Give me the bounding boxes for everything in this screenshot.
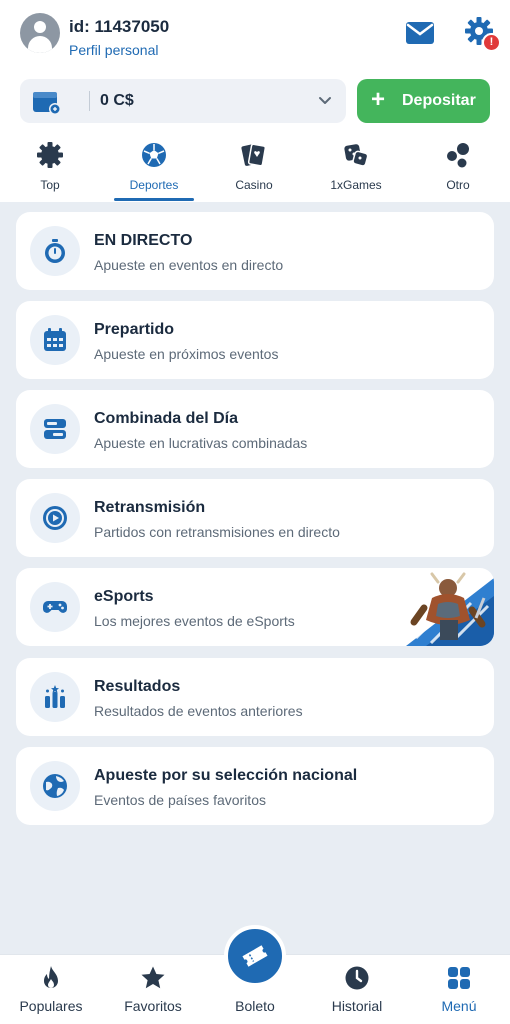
nav-label: Favoritos bbox=[124, 998, 182, 1014]
calendar-icon bbox=[44, 328, 66, 351]
card-subtitle: Partidos con retransmisiones en directo bbox=[94, 524, 340, 540]
balance-value: 0 C$ bbox=[100, 92, 134, 109]
deposit-label: Depositar bbox=[402, 92, 476, 109]
card-icon-bg bbox=[30, 582, 80, 632]
card-subtitle: Resultados de eventos anteriores bbox=[94, 703, 303, 719]
nav-menu[interactable]: Menú bbox=[408, 955, 510, 1024]
tab-1xgames[interactable]: 1xGames bbox=[306, 137, 406, 202]
cards-icon bbox=[241, 143, 267, 167]
card-title: Retransmisión bbox=[94, 499, 206, 516]
user-id: id: 11437050 bbox=[69, 17, 170, 36]
clock-icon bbox=[345, 966, 369, 990]
tab-otro[interactable]: Otro bbox=[408, 137, 508, 202]
card-en-directo[interactable]: EN DIRECTO Apueste en eventos en directo bbox=[16, 212, 494, 290]
tab-label: Otro bbox=[446, 178, 470, 192]
nav-populares[interactable]: Populares bbox=[0, 955, 102, 1024]
play-circle-icon bbox=[43, 506, 67, 530]
deposit-button[interactable]: + Depositar bbox=[357, 79, 490, 123]
globe-icon bbox=[43, 774, 67, 798]
grid-icon bbox=[448, 967, 470, 989]
card-icon-bg bbox=[30, 404, 80, 454]
card-title: Resultados bbox=[94, 678, 181, 695]
card-retransmision[interactable]: Retransmisión Partidos con retransmision… bbox=[16, 479, 494, 557]
stopwatch-icon bbox=[45, 239, 65, 263]
card-icon-bg bbox=[30, 672, 80, 722]
gamepad-icon bbox=[43, 601, 67, 613]
card-subtitle: Apueste en eventos en directo bbox=[94, 257, 284, 273]
bubbles-icon bbox=[447, 143, 469, 168]
dice-icon bbox=[344, 144, 369, 167]
tab-top[interactable]: Top bbox=[0, 137, 100, 202]
card-icon-bg bbox=[30, 493, 80, 543]
tab-label: Casino bbox=[235, 178, 273, 192]
esports-hero-illustration bbox=[406, 572, 494, 646]
card-title: eSports bbox=[94, 588, 154, 605]
card-subtitle: Eventos de países favoritos bbox=[94, 792, 266, 808]
card-combinada-del-dia[interactable]: Combinada del Día Apueste en lucrativas … bbox=[16, 390, 494, 468]
card-subtitle: Los mejores eventos de eSports bbox=[94, 613, 295, 629]
soccer-ball-icon bbox=[142, 143, 166, 167]
sports-menu-list: EN DIRECTO Apueste en eventos en directo… bbox=[0, 202, 510, 954]
card-title: Combinada del Día bbox=[94, 410, 239, 427]
nav-label: Menú bbox=[441, 998, 477, 1014]
app-header: id: 11437050 Perfil personal ! 0 C$ + De… bbox=[0, 0, 510, 202]
plus-icon: + bbox=[371, 86, 386, 113]
balance-selector[interactable]: 0 C$ bbox=[20, 79, 346, 123]
nav-historial[interactable]: Historial bbox=[306, 955, 408, 1024]
mail-icon[interactable] bbox=[405, 20, 435, 46]
tab-label: Top bbox=[40, 178, 60, 192]
card-icon-bg bbox=[30, 315, 80, 365]
card-icon-bg bbox=[30, 226, 80, 276]
profile-link[interactable]: Perfil personal bbox=[69, 42, 159, 58]
card-seleccion-nacional[interactable]: Apueste por su selección nacional Evento… bbox=[16, 747, 494, 825]
card-subtitle: Apueste en próximos eventos bbox=[94, 346, 279, 362]
card-title: Prepartido bbox=[94, 321, 175, 338]
active-tab-indicator bbox=[114, 198, 194, 201]
avatar[interactable] bbox=[20, 13, 60, 53]
chevron-down-icon bbox=[319, 97, 331, 104]
card-resultados[interactable]: Resultados Resultados de eventos anterio… bbox=[16, 658, 494, 736]
balance-divider bbox=[89, 91, 90, 111]
ticket-icon bbox=[242, 945, 268, 967]
card-title: EN DIRECTO bbox=[94, 232, 193, 249]
results-icon bbox=[45, 685, 65, 708]
gear-badge-icon bbox=[37, 142, 63, 168]
tab-label: Deportes bbox=[129, 178, 179, 192]
bet-slip-button[interactable] bbox=[224, 925, 286, 987]
card-esports[interactable]: eSports Los mejores eventos de eSports bbox=[16, 568, 494, 646]
wallet-icon bbox=[33, 92, 61, 115]
card-prepartido[interactable]: Prepartido Apueste en próximos eventos bbox=[16, 301, 494, 379]
star-icon bbox=[141, 966, 165, 989]
tab-label: 1xGames bbox=[330, 178, 382, 192]
card-icon-bg bbox=[30, 761, 80, 811]
alert-badge: ! bbox=[482, 33, 501, 52]
nav-favoritos[interactable]: Favoritos bbox=[102, 955, 204, 1024]
tab-deportes[interactable]: Deportes bbox=[104, 137, 204, 202]
category-tabs: Top Deportes Casino 1xGames Otro bbox=[0, 137, 510, 202]
nav-label: Populares bbox=[19, 998, 83, 1014]
card-subtitle: Apueste en lucrativas combinadas bbox=[94, 435, 308, 451]
card-title: Apueste por su selección nacional bbox=[94, 767, 358, 784]
tab-casino[interactable]: Casino bbox=[204, 137, 304, 202]
flame-icon bbox=[44, 966, 58, 988]
nav-label: Historial bbox=[331, 998, 383, 1014]
nav-label: Boleto bbox=[235, 998, 275, 1014]
combo-icon bbox=[44, 419, 66, 439]
